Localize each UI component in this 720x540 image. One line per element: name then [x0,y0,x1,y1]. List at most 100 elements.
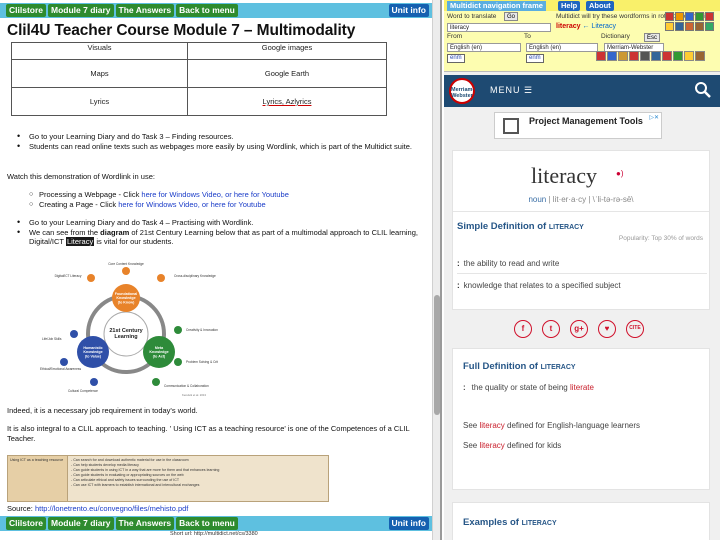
menu-button[interactable]: MENU ☰ [490,85,533,96]
dict-icon[interactable] [675,12,684,21]
diagram-dot [60,358,68,366]
enm-button[interactable]: enm [447,54,465,63]
see-learners-link[interactable]: literacy [479,421,504,430]
nav-answers-button[interactable]: The Answers [115,517,175,530]
list-item: Go to your Learning Diary and do Task 3 … [7,132,427,142]
diagram-label: Ethical/Emotional Awareness [40,367,81,371]
left-scrollbar[interactable] [432,0,440,540]
paragraph: It is also integral to a CLIL approach t… [7,424,410,443]
paragraph: Indeed, it is a necessary job requiremen… [7,406,198,415]
headword-card: literacy ●) noun | lit·er·a·cy | \ˈli-tə… [452,150,710,310]
dict-icon[interactable] [685,12,694,21]
dict-icon[interactable] [673,51,683,61]
see-kids-link[interactable]: literacy [479,441,504,450]
advertisement-banner[interactable]: Project Management Tools ▷✕ [494,112,662,139]
word-input[interactable]: literacy [447,23,551,32]
dict-icon[interactable] [629,51,639,61]
list-item: Creating a Page - Click here for Windows… [7,200,427,210]
cite-button[interactable]: CITE [626,320,644,338]
lyrics-link[interactable]: Lyrics, Azlyrics [263,97,312,106]
nav-clilstore-button[interactable]: Clilstore [6,517,47,530]
dict-icon[interactable] [596,51,606,61]
top-nav-bar: Clilstore Module 7 diary The Answers Bac… [0,3,432,18]
nav-clilstore-button[interactable]: Clilstore [6,4,47,17]
nav-back-to-menu-button[interactable]: Back to menu [176,517,238,530]
list-item: We can see from the diagram of 21st Cent… [7,228,427,247]
dict-icon[interactable] [695,12,704,21]
dict-icon[interactable] [640,51,650,61]
dict-icon[interactable] [607,51,617,61]
audio-icon[interactable]: ●) [616,169,624,178]
scrollbar-thumb[interactable] [434,295,440,415]
table-cell: Visuals [11,42,188,60]
dict-icon[interactable] [665,22,674,31]
definition-text: knowledge that relates to a specified su… [463,281,621,290]
nav-answers-button[interactable]: The Answers [115,4,175,17]
enm-button[interactable]: enm [526,54,544,63]
syllabification: | lit·er·a·cy | \ˈli-tə-rə-sē\ [548,195,634,204]
from-language-select[interactable]: English (en) [447,43,521,52]
see-also-line: See literacy defined for kids [463,441,561,450]
about-button[interactable]: About [586,1,614,11]
search-icon[interactable] [694,81,712,99]
facebook-icon[interactable]: f [514,320,532,338]
clilstore-unit-pane: Clilstore Module 7 diary The Answers Bac… [0,0,442,540]
popularity: Popularity: Top 30% of words [618,235,703,242]
nav-module-diary-button[interactable]: Module 7 diary [48,517,114,530]
favorite-heart-icon[interactable]: ♥ [598,320,616,338]
table-cell: Lyrics [11,87,188,116]
table-cell: Lyrics, Azlyrics [187,87,387,116]
table-row: Visuals Google images [11,42,387,60]
dict-icon[interactable] [705,12,714,21]
dict-icon[interactable] [695,51,705,61]
wordform-link[interactable]: literacy [556,23,581,30]
diagram-label: Cultural Competence [68,389,98,393]
literate-link[interactable]: literate [570,383,594,392]
dict-icon[interactable] [665,12,674,21]
merriam-webster-logo[interactable]: Merriam-Webster [449,78,475,104]
ad-choices-icon[interactable]: ▷✕ [649,114,659,121]
esc-button[interactable]: Esc [644,33,661,42]
source-link[interactable]: http://lonetrento.eu/convegno/files/mehi… [35,504,188,513]
nav-back-to-menu-button[interactable]: Back to menu [176,4,238,17]
heading-word: LITERACY [548,224,584,231]
dict-icon[interactable] [675,22,684,31]
dict-icon[interactable] [618,51,628,61]
dict-icon[interactable] [651,51,661,61]
watch-line: Watch this demonstration of Wordlink in … [7,172,155,181]
task4-bullets: Go to your Learning Diary and do Task 4 … [7,218,427,247]
simple-definition-heading: Simple Definition of LITERACY [457,221,584,232]
diagram-node-label: Humanistic Knowledge (to Value) [83,346,102,358]
dict-icon[interactable] [684,51,694,61]
dict-icon[interactable] [662,51,672,61]
diagram-node-label: Foundational Knowledge (to Know) [115,292,138,304]
wordform-link[interactable]: ← Literacy [582,23,615,30]
twitter-icon[interactable]: t [542,320,560,338]
demo-video-link[interactable]: here for Windows Video, or here for Yout… [141,190,288,199]
dictionary-icons [665,12,719,31]
hamburger-icon: ☰ [524,85,534,95]
dict-icon[interactable] [685,22,694,31]
google-plus-icon[interactable]: g+ [570,320,588,338]
diagram-label: Cross-disciplinary Knowledge [174,274,216,278]
table-row: Lyrics Lyrics, Azlyrics [11,87,387,116]
go-button[interactable]: Go [504,12,519,21]
diagram-label: Creativity & Innovation [186,328,218,332]
competence-name: Using ICT as a teaching resource [8,456,68,501]
dictionary-label: Dictionary [601,33,630,40]
definition-item: : knowledge that relates to a specified s… [457,281,621,290]
demo-video-link[interactable]: here for Windows Video, or here for Yout… [118,200,265,209]
nav-unit-info-button[interactable]: Unit info [388,517,429,530]
dict-icon[interactable] [695,22,704,31]
diagram-label: Core Content Knowledge [108,262,144,266]
to-language-select[interactable]: English (en) [526,43,598,52]
see-text: See [463,421,480,430]
dict-icon[interactable] [705,22,714,31]
help-button[interactable]: Help [558,1,581,11]
nav-unit-info-button[interactable]: Unit info [388,4,429,17]
nav-module-diary-button[interactable]: Module 7 diary [48,4,114,17]
highlighted-word-link[interactable]: Literacy [65,237,95,246]
examples-card: Examples of LITERACY [452,502,710,540]
source-label: Source: [7,504,35,513]
diagram-dot [152,378,160,386]
